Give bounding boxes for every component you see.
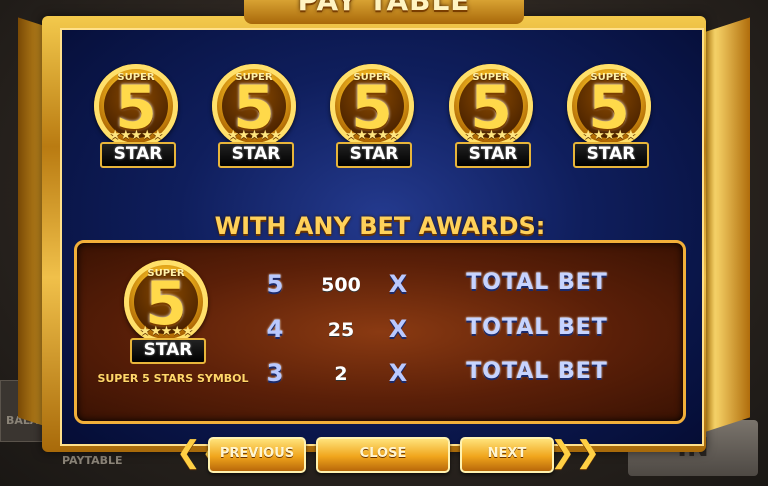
title-tab: PAY TABLE xyxy=(244,0,524,24)
pay-multiplier: 2 xyxy=(334,363,348,385)
chevron-right-icon[interactable]: ❯❯ xyxy=(550,436,600,470)
stars-icon: ★★★★★ xyxy=(227,128,281,143)
pay-row: 4 25 X TOTAL BET xyxy=(262,315,642,349)
times-sign: X xyxy=(388,359,408,387)
super-5-star-badge: SUPER 5 ★★★★★ STAR xyxy=(208,64,300,168)
previous-button[interactable]: PREVIOUS xyxy=(208,437,306,473)
total-bet-label: TOTAL BET xyxy=(466,315,608,340)
super-5-star-badge: SUPER 5 ★★★★★ STAR xyxy=(445,64,537,168)
times-sign: X xyxy=(388,315,408,343)
total-bet-label: TOTAL BET xyxy=(466,270,608,295)
stars-icon: ★★★★★ xyxy=(139,324,193,339)
pay-row: 5 500 X TOTAL BET xyxy=(262,270,642,304)
close-button[interactable]: CLOSE xyxy=(316,437,450,473)
pay-count: 5 xyxy=(266,270,284,298)
pay-multiplier: 25 xyxy=(327,319,355,341)
super-5-star-badge: SUPER 5 ★★★★★ STAR xyxy=(326,64,418,168)
total-bet-label: TOTAL BET xyxy=(466,359,608,384)
super-5-star-badge: SUPER 5 ★★★★★ STAR xyxy=(90,64,182,168)
paytable-label[interactable]: PAYTABLE xyxy=(62,454,123,467)
awards-heading: WITH ANY BET AWARDS: xyxy=(214,212,546,240)
next-button[interactable]: NEXT xyxy=(460,437,554,473)
times-sign: X xyxy=(388,270,408,298)
symbol-badge: SUPER 5 ★★★★★ STAR xyxy=(120,260,212,364)
stars-icon: ★★★★★ xyxy=(109,128,163,143)
stars-icon: ★★★★★ xyxy=(582,128,636,143)
pay-multiplier: 500 xyxy=(321,274,361,296)
stars-icon: ★★★★★ xyxy=(345,128,399,143)
pay-count: 4 xyxy=(266,315,284,343)
symbol-caption: SUPER 5 STARS SYMBOL xyxy=(97,372,249,385)
stars-icon: ★★★★★ xyxy=(464,128,518,143)
super-5-star-badge: SUPER 5 ★★★★★ STAR xyxy=(563,64,655,168)
paytable-title: PAY TABLE xyxy=(297,0,471,17)
pay-row: 3 2 X TOTAL BET xyxy=(262,359,642,393)
pay-count: 3 xyxy=(266,359,284,387)
